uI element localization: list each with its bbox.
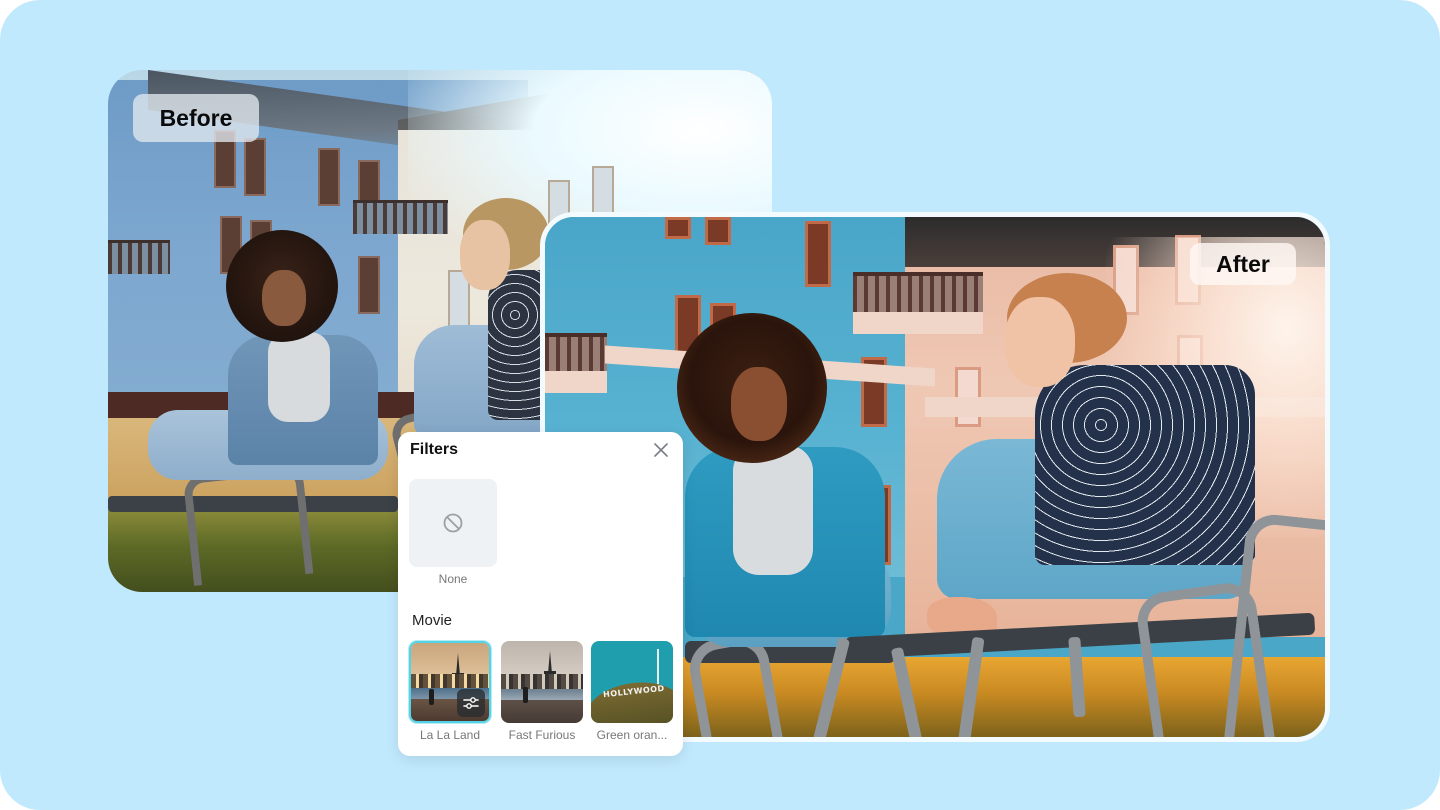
after-person2-body [1035, 365, 1255, 565]
filter-option-none-label: None [438, 572, 468, 586]
before-balcony [353, 200, 448, 234]
after-label: After [1190, 243, 1296, 285]
before-window [244, 138, 266, 196]
after-window [705, 217, 731, 245]
filter-option-fast-furious[interactable] [501, 641, 583, 723]
after-person2-face [1005, 297, 1075, 387]
filter-option-label: Green oran... [596, 728, 668, 742]
canvas-background: Before After Filters None Movie La La La… [0, 0, 1440, 810]
after-window [665, 217, 691, 239]
sliders-icon [463, 697, 479, 709]
adjust-filter-button[interactable] [457, 689, 485, 717]
after-person1-hood [733, 445, 813, 575]
filters-panel-title: Filters [410, 441, 459, 458]
filter-section-title: Movie [412, 612, 453, 629]
after-ledge [545, 371, 607, 393]
before-person1-face [262, 270, 306, 326]
after-ledge [853, 312, 983, 334]
filter-option-la-la-land[interactable] [409, 641, 491, 723]
fast-furious-thumbnail [501, 641, 583, 723]
filter-option-label: Fast Furious [508, 728, 576, 742]
green-orange-thumbnail: HOLLYWOOD [591, 641, 673, 723]
prohibited-icon [443, 513, 463, 533]
before-window [358, 256, 380, 314]
after-window [805, 221, 831, 287]
before-balcony [108, 240, 170, 274]
filter-option-green-orange[interactable]: HOLLYWOOD [591, 641, 673, 723]
filter-option-none[interactable] [409, 479, 497, 567]
after-balcony [545, 333, 607, 373]
before-person2-face [460, 220, 510, 290]
before-person1-hood [268, 332, 330, 422]
filter-option-label: La La Land [419, 728, 481, 742]
after-person1-face [731, 367, 787, 441]
close-icon [654, 443, 668, 457]
filters-panel: Filters None Movie La La Land Fast Furio… [398, 432, 683, 756]
before-chair [182, 464, 314, 586]
before-window [318, 148, 340, 206]
close-button[interactable] [650, 439, 672, 461]
after-balcony [853, 272, 983, 312]
before-label: Before [133, 94, 259, 142]
